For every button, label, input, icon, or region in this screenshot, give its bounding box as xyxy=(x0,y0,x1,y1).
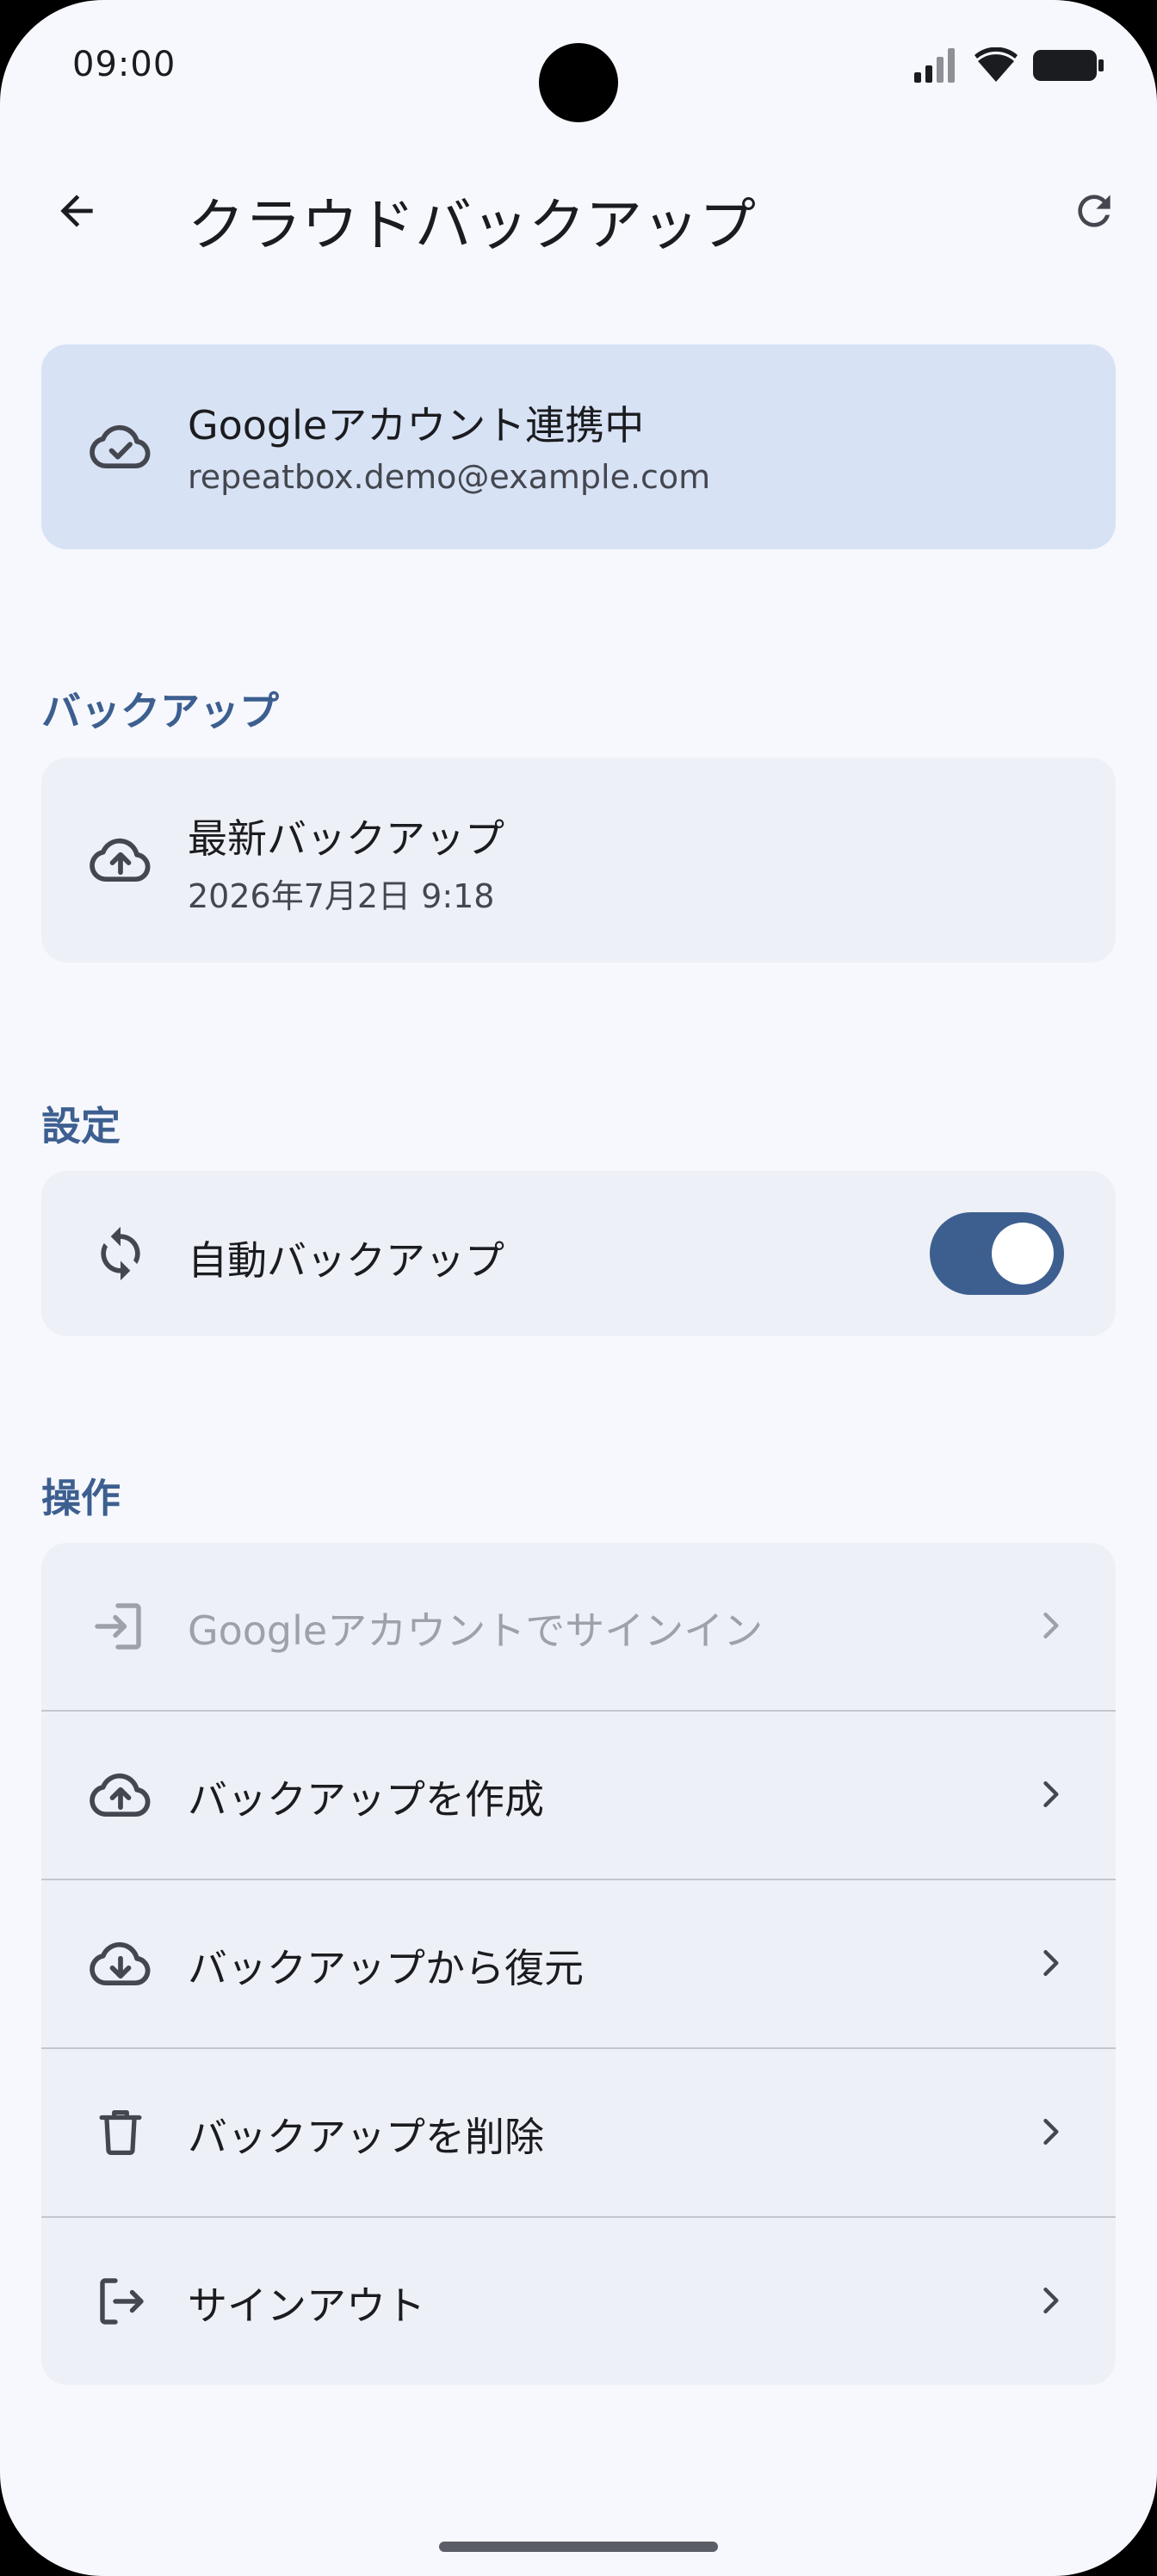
home-indicator[interactable] xyxy=(439,2542,718,2552)
action-label: バックアップを作成 xyxy=(188,1776,544,1823)
account-status-card: Googleアカウント連携中 repeatbox.demo@example.co… xyxy=(41,344,1116,549)
toggle-knob xyxy=(992,1223,1054,1285)
sync-icon xyxy=(84,1217,157,1290)
cloud-upload-icon xyxy=(84,1759,157,1831)
action-sign-in[interactable]: Googleアカウントでサインイン xyxy=(41,1543,1116,1710)
camera-cutout xyxy=(539,43,618,122)
chevron-right-icon xyxy=(1028,1941,1073,1985)
auto-backup-label: 自動バックアップ xyxy=(188,1237,504,1284)
latest-backup-card: 最新バックアップ 2026年7月2日 9:18 xyxy=(41,758,1116,963)
section-header-settings: 設定 xyxy=(41,1103,121,1149)
cloud-done-icon xyxy=(84,411,157,483)
logout-icon xyxy=(84,2265,157,2338)
refresh-icon xyxy=(1078,195,1111,227)
status-time: 09:00 xyxy=(72,45,176,84)
action-label: バックアップから復元 xyxy=(188,1945,584,1991)
chevron-right-icon xyxy=(1028,1603,1073,1648)
latest-backup-label: 最新バックアップ xyxy=(188,815,504,862)
cloud-upload-icon xyxy=(84,824,157,896)
login-icon xyxy=(84,1590,157,1663)
refresh-button[interactable] xyxy=(1055,172,1133,250)
status-bar: 09:00 xyxy=(0,0,1157,129)
account-email: repeatbox.demo@example.com xyxy=(188,458,711,496)
cloud-download-icon xyxy=(84,1928,157,2000)
back-button[interactable] xyxy=(38,172,115,250)
signal-icon xyxy=(914,48,955,83)
section-header-backup: バックアップ xyxy=(41,688,279,734)
wifi-icon xyxy=(974,47,1018,82)
action-create-backup[interactable]: バックアップを作成 xyxy=(41,1710,1116,1879)
section-header-actions: 操作 xyxy=(41,1475,121,1521)
chevron-right-icon xyxy=(1028,2278,1073,2323)
chevron-right-icon xyxy=(1028,2109,1073,2154)
chevron-right-icon xyxy=(1028,1772,1073,1817)
app-bar: クラウドバックアップ xyxy=(0,155,1157,267)
action-label: サインアウト xyxy=(188,2282,425,2329)
status-icons xyxy=(913,45,1105,86)
trash-icon xyxy=(84,2096,157,2169)
latest-backup-date: 2026年7月2日 9:18 xyxy=(188,877,495,915)
auto-backup-toggle[interactable] xyxy=(930,1212,1064,1295)
actions-card: Googleアカウントでサインイン バックアップを作成 バックアップから復元 バ… xyxy=(41,1543,1116,2385)
action-restore-backup[interactable]: バックアップから復元 xyxy=(41,1879,1116,2047)
action-label: Googleアカウントでサインイン xyxy=(188,1607,764,1654)
page-title: クラウドバックアップ xyxy=(188,192,756,258)
action-sign-out[interactable]: サインアウト xyxy=(41,2216,1116,2385)
action-label: バックアップを削除 xyxy=(188,2114,544,2160)
action-delete-backup[interactable]: バックアップを削除 xyxy=(41,2047,1116,2216)
arrow-back-icon xyxy=(60,195,93,227)
screen: 09:00 クラウドバックアップ Googleアカウント連携中 repeatbo… xyxy=(0,0,1157,2576)
account-status-text: Googleアカウント連携中 xyxy=(188,402,645,449)
battery-icon xyxy=(1033,50,1104,81)
auto-backup-card: 自動バックアップ xyxy=(41,1171,1116,1336)
